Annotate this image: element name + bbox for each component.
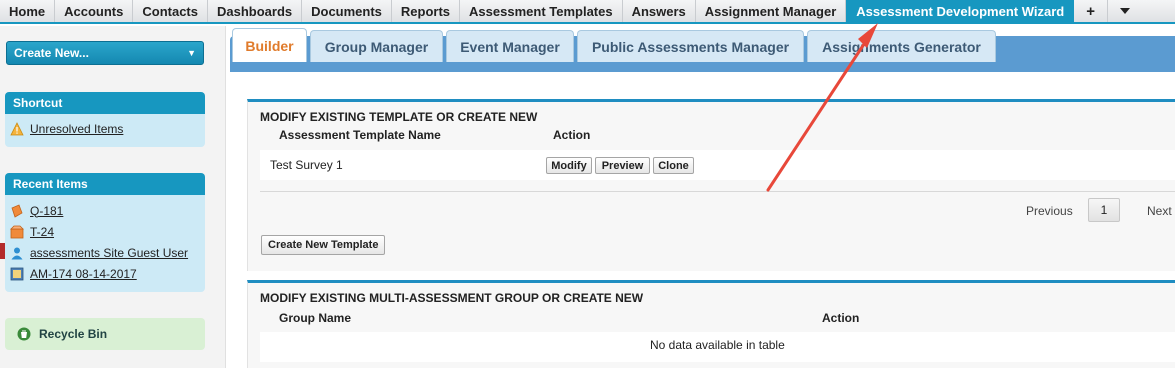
shortcut-item-label[interactable]: Unresolved Items: [30, 122, 123, 136]
main-content: Builder Group Manager Event Manager Publ…: [228, 26, 1175, 368]
tab-contacts[interactable]: Contacts: [133, 0, 208, 22]
column-header-group-name: Group Name: [279, 311, 352, 325]
shortcut-panel: Shortcut Unresolved Items: [5, 92, 205, 147]
recycle-bin-icon: [17, 327, 31, 341]
recent-item-am174[interactable]: AM-174 08-14-2017: [10, 263, 200, 284]
add-tab-button[interactable]: +: [1074, 0, 1108, 22]
pager-page-1[interactable]: 1: [1088, 198, 1120, 222]
side-marker: [0, 243, 5, 259]
pager-previous[interactable]: Previous: [1026, 204, 1073, 218]
table-bottom-divider: [260, 191, 1175, 192]
recent-item-q181[interactable]: Q-181: [10, 200, 200, 221]
table-row: Test Survey 1 Modify Preview Clone: [260, 150, 1175, 180]
recent-item-guest-user[interactable]: assessments Site Guest User: [10, 242, 200, 263]
recent-items-panel: Recent Items Q-181 T-24 assessments Site…: [5, 173, 205, 292]
tab-home[interactable]: Home: [0, 0, 56, 22]
subtab-assignments-generator[interactable]: Assignments Generator: [807, 30, 996, 62]
subtab-event-manager[interactable]: Event Manager: [446, 30, 574, 62]
tab-documents[interactable]: Documents: [302, 0, 392, 22]
recycle-bin-link[interactable]: Recycle Bin: [5, 318, 205, 350]
empty-table-message: No data available in table: [650, 338, 785, 352]
column-header-template-name: Assessment Template Name: [279, 128, 441, 142]
top-navigation-bar: Home Accounts Contacts Dashboards Docume…: [0, 0, 1175, 24]
chevron-down-icon: ▼: [187, 48, 196, 58]
tab-reports[interactable]: Reports: [392, 0, 461, 22]
clone-button[interactable]: Clone: [653, 157, 694, 174]
recent-item-label[interactable]: AM-174 08-14-2017: [30, 267, 137, 281]
recent-item-label[interactable]: Q-181: [30, 204, 63, 218]
recent-item-label[interactable]: T-24: [30, 225, 54, 239]
chevron-down-icon: [1120, 8, 1130, 14]
subtab-group-manager[interactable]: Group Manager: [310, 30, 443, 62]
tab-assessment-development-wizard[interactable]: Assessment Development Wizard: [846, 0, 1075, 22]
preview-button[interactable]: Preview: [595, 157, 650, 174]
column-header-action: Action: [822, 311, 860, 325]
groups-table-header: Group Name Action: [248, 307, 1175, 329]
recent-items-title: Recent Items: [5, 173, 205, 195]
groups-section: MODIFY EXISTING MULTI-ASSESSMENT GROUP O…: [247, 280, 1175, 368]
assignment-icon: [10, 267, 24, 280]
groups-section-title: MODIFY EXISTING MULTI-ASSESSMENT GROUP O…: [260, 291, 644, 305]
tab-accounts[interactable]: Accounts: [55, 0, 134, 22]
column-header-action: Action: [553, 128, 591, 142]
templates-table-header: Assessment Template Name Action: [248, 124, 1175, 146]
tab-assignment-manager[interactable]: Assignment Manager: [696, 0, 847, 22]
user-icon: [11, 247, 23, 259]
shortcut-item-unresolved[interactable]: Unresolved Items: [10, 118, 200, 139]
subtab-builder[interactable]: Builder: [232, 28, 307, 62]
template-icon: [10, 225, 24, 238]
empty-table-row: No data available in table: [260, 332, 1175, 362]
sidebar: Create New... ▼ Shortcut Unresolved Item…: [0, 26, 226, 368]
tab-assessment-templates[interactable]: Assessment Templates: [460, 0, 623, 22]
warning-icon: [10, 121, 24, 135]
recent-item-t24[interactable]: T-24: [10, 221, 200, 242]
templates-section-title: MODIFY EXISTING TEMPLATE OR CREATE NEW: [260, 110, 538, 124]
create-new-template-button[interactable]: Create New Template: [261, 235, 386, 255]
tab-answers[interactable]: Answers: [623, 0, 696, 22]
template-name-cell: Test Survey 1: [270, 158, 343, 172]
subtab-public-assessments-manager[interactable]: Public Assessments Manager: [577, 30, 804, 62]
recycle-bin-label[interactable]: Recycle Bin: [39, 327, 107, 341]
modify-button[interactable]: Modify: [546, 157, 592, 174]
shortcut-title: Shortcut: [5, 92, 205, 114]
pager-next[interactable]: Next: [1147, 204, 1172, 218]
question-icon: [11, 203, 23, 218]
templates-section: MODIFY EXISTING TEMPLATE OR CREATE NEW A…: [247, 99, 1175, 271]
create-new-label: Create New...: [14, 46, 89, 60]
create-new-dropdown[interactable]: Create New... ▼: [6, 41, 204, 65]
more-tabs-button[interactable]: [1108, 0, 1142, 22]
tab-dashboards[interactable]: Dashboards: [208, 0, 303, 22]
recent-item-label[interactable]: assessments Site Guest User: [30, 246, 188, 260]
